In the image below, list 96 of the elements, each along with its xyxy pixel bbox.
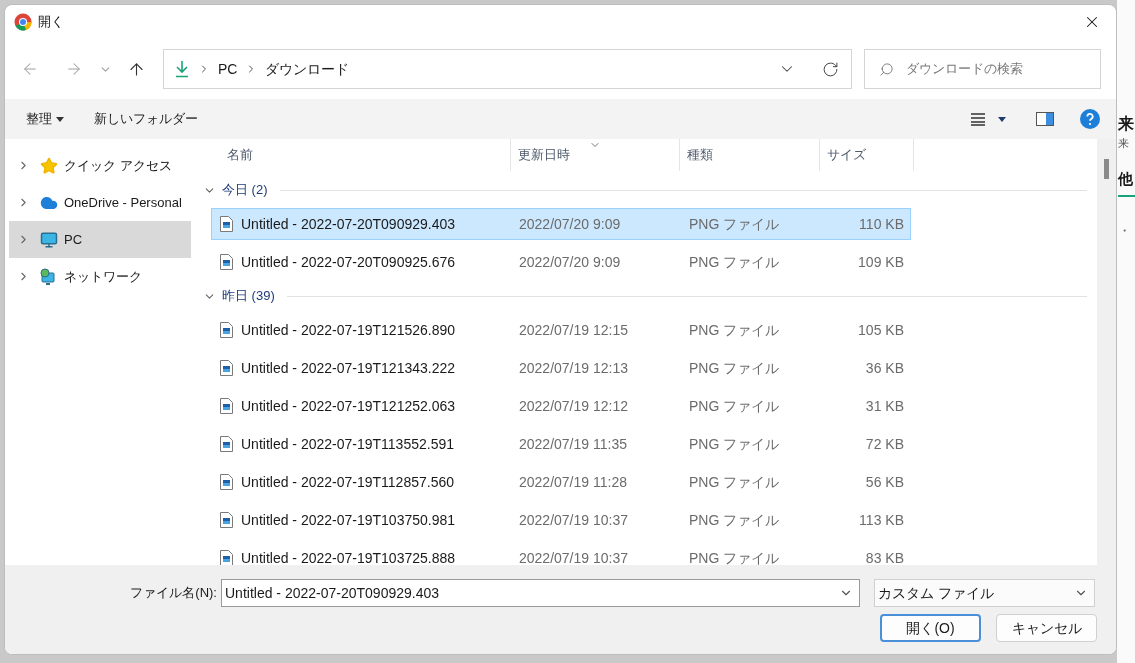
breadcrumb-item[interactable]: ダウンロード	[265, 58, 350, 80]
open-button[interactable]: 開く(O)	[880, 614, 981, 642]
monitor-icon	[40, 230, 58, 249]
file-date: 2022/07/19 10:37	[518, 510, 629, 530]
sidebar-item[interactable]: ネットワーク	[9, 258, 191, 295]
file-row[interactable]: Untitled - 2022-07-19T113552.591 2022/07/19 11:35 PNG ファイル 72 KB	[211, 428, 911, 460]
address-bar[interactable]: PC ダウンロード	[163, 49, 852, 89]
image-file-icon	[220, 512, 233, 528]
column-header[interactable]: 更新日時	[511, 139, 680, 171]
column-header[interactable]: 種類	[680, 139, 820, 171]
file-type: PNG ファイル	[688, 214, 781, 234]
file-date: 2022/07/19 12:13	[518, 358, 629, 378]
help-icon[interactable]	[1080, 109, 1100, 129]
file-size: 72 KB	[864, 434, 904, 454]
file-type: PNG ファイル	[688, 434, 781, 454]
file-size: 36 KB	[864, 358, 904, 378]
file-date: 2022/07/20 9:09	[518, 252, 622, 272]
new-folder-button[interactable]: 新しいフォルダー	[94, 109, 198, 129]
download-icon	[174, 60, 190, 78]
caret-icon	[56, 116, 64, 122]
file-name: Untitled - 2022-07-19T121252.063	[241, 396, 456, 416]
file-size: 105 KB	[857, 320, 904, 340]
image-file-icon	[220, 360, 233, 376]
sidebar-item[interactable]: PC	[9, 221, 191, 258]
star-icon	[40, 156, 58, 175]
filename-label: ファイル名(N):	[129, 584, 218, 603]
file-row[interactable]: Untitled - 2022-07-19T112857.560 2022/07/19 11:28 PNG ファイル 56 KB	[211, 466, 911, 498]
file-date: 2022/07/19 12:15	[518, 320, 629, 340]
file-type: PNG ファイル	[688, 510, 781, 530]
cancel-button[interactable]: キャンセル	[996, 614, 1097, 642]
background-subheading: 来	[1118, 136, 1130, 150]
group-header[interactable]: 今日 (2)	[222, 180, 268, 200]
column-header[interactable]: サイズ	[820, 139, 914, 171]
file-row[interactable]: Untitled - 2022-07-19T121343.222 2022/07/19 12:13 PNG ファイル 36 KB	[211, 352, 911, 384]
file-size: 56 KB	[864, 472, 904, 492]
file-name: Untitled - 2022-07-19T103725.888	[241, 548, 456, 565]
sidebar-item[interactable]: OneDrive - Personal	[9, 184, 191, 221]
background-tab[interactable]: 他	[1118, 168, 1135, 197]
file-type: PNG ファイル	[688, 548, 781, 565]
file-date: 2022/07/20 9:09	[518, 214, 622, 234]
file-row[interactable]: Untitled - 2022-07-20T090929.403 2022/07/20 9:09 PNG ファイル 110 KB	[211, 208, 911, 240]
file-name: Untitled - 2022-07-19T112857.560	[241, 472, 454, 492]
back-icon	[21, 60, 39, 78]
file-type: PNG ファイル	[688, 358, 781, 378]
app-logo-icon	[14, 13, 32, 31]
file-date: 2022/07/19 12:12	[518, 396, 629, 416]
forward-icon	[65, 60, 83, 78]
file-name: Untitled - 2022-07-19T121526.890	[241, 320, 456, 340]
file-row[interactable]: Untitled - 2022-07-19T103725.888 2022/07/19 10:37 PNG ファイル 83 KB	[211, 542, 911, 565]
filename-field[interactable]: Untitled - 2022-07-20T090929.403	[221, 579, 860, 607]
image-file-icon	[220, 398, 233, 414]
file-type: PNG ファイル	[688, 472, 781, 492]
window-title: 開く	[38, 13, 64, 32]
list-view-icon[interactable]	[970, 112, 986, 126]
background-heading: 来	[1118, 114, 1135, 134]
file-row[interactable]: Untitled - 2022-07-19T121526.890 2022/07/19 12:15 PNG ファイル 105 KB	[211, 314, 911, 346]
filename-input[interactable]: Untitled - 2022-07-20T090929.403	[225, 582, 839, 604]
file-size: 83 KB	[864, 548, 904, 565]
view-caret-icon[interactable]	[998, 116, 1006, 122]
network-icon	[40, 267, 58, 286]
file-name: Untitled - 2022-07-19T113552.591	[241, 434, 454, 454]
file-name: Untitled - 2022-07-19T103750.981	[241, 510, 456, 530]
file-row[interactable]: Untitled - 2022-07-19T121252.063 2022/07/19 12:12 PNG ファイル 31 KB	[211, 390, 911, 422]
image-file-icon	[220, 322, 233, 338]
group-header[interactable]: 昨日 (39)	[222, 286, 275, 306]
sidebar-item[interactable]: クイック アクセス	[9, 147, 191, 184]
organize-menu-button[interactable]: 整理	[26, 109, 64, 129]
file-size: 109 KB	[857, 252, 904, 272]
file-name: Untitled - 2022-07-20T090925.676	[241, 252, 456, 272]
file-size: 31 KB	[864, 396, 904, 416]
image-file-icon	[220, 436, 233, 452]
search-icon	[879, 61, 894, 77]
file-name: Untitled - 2022-07-20T090929.403	[241, 214, 456, 234]
image-file-icon	[220, 254, 233, 270]
file-date: 2022/07/19 11:28	[518, 472, 628, 492]
file-type: PNG ファイル	[688, 252, 781, 272]
file-row[interactable]: Untitled - 2022-07-20T090925.676 2022/07/20 9:09 PNG ファイル 109 KB	[211, 246, 911, 278]
image-file-icon	[220, 550, 233, 565]
file-type: PNG ファイル	[688, 320, 781, 340]
background-bullet: ・	[1118, 221, 1132, 240]
preview-pane-icon[interactable]	[1036, 112, 1054, 126]
breadcrumb-item[interactable]: PC	[218, 58, 238, 80]
refresh-icon[interactable]	[822, 60, 839, 78]
file-date: 2022/07/19 10:37	[518, 548, 629, 565]
file-size: 113 KB	[858, 510, 904, 530]
file-row[interactable]: Untitled - 2022-07-19T103750.981 2022/07/19 10:37 PNG ファイル 113 KB	[211, 504, 911, 536]
file-date: 2022/07/19 11:35	[518, 434, 628, 454]
search-input[interactable]: ダウンロードの検索	[906, 59, 1086, 79]
image-file-icon	[220, 474, 233, 490]
column-header[interactable]: 名前	[191, 139, 511, 171]
file-size: 110 KB	[858, 214, 904, 234]
filetype-dropdown[interactable]: カスタム ファイル	[874, 579, 1095, 607]
image-file-icon	[220, 216, 233, 232]
file-type: PNG ファイル	[688, 396, 781, 416]
search-field[interactable]: ダウンロードの検索	[864, 49, 1101, 89]
file-name: Untitled - 2022-07-19T121343.222	[241, 358, 456, 378]
